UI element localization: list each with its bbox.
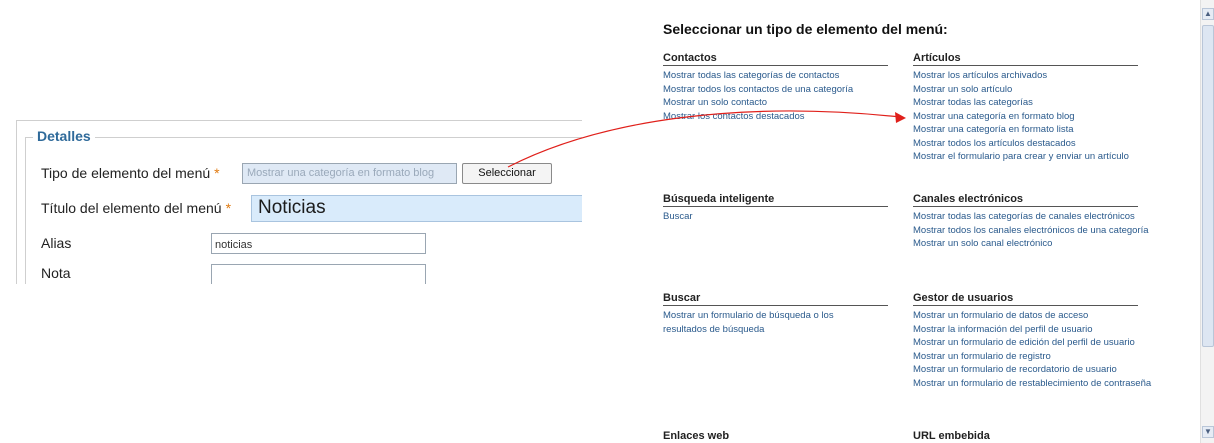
annotation-arrow bbox=[507, 110, 906, 168]
scroll-up-icon[interactable]: ▲ bbox=[1202, 8, 1214, 20]
annotation-arrow-line bbox=[507, 110, 901, 168]
vertical-scrollbar[interactable]: ▲ ▼ bbox=[1200, 0, 1214, 443]
scroll-thumb[interactable] bbox=[1202, 25, 1214, 347]
scroll-down-icon[interactable]: ▼ bbox=[1202, 426, 1214, 438]
annotation-arrow-head bbox=[895, 112, 906, 123]
